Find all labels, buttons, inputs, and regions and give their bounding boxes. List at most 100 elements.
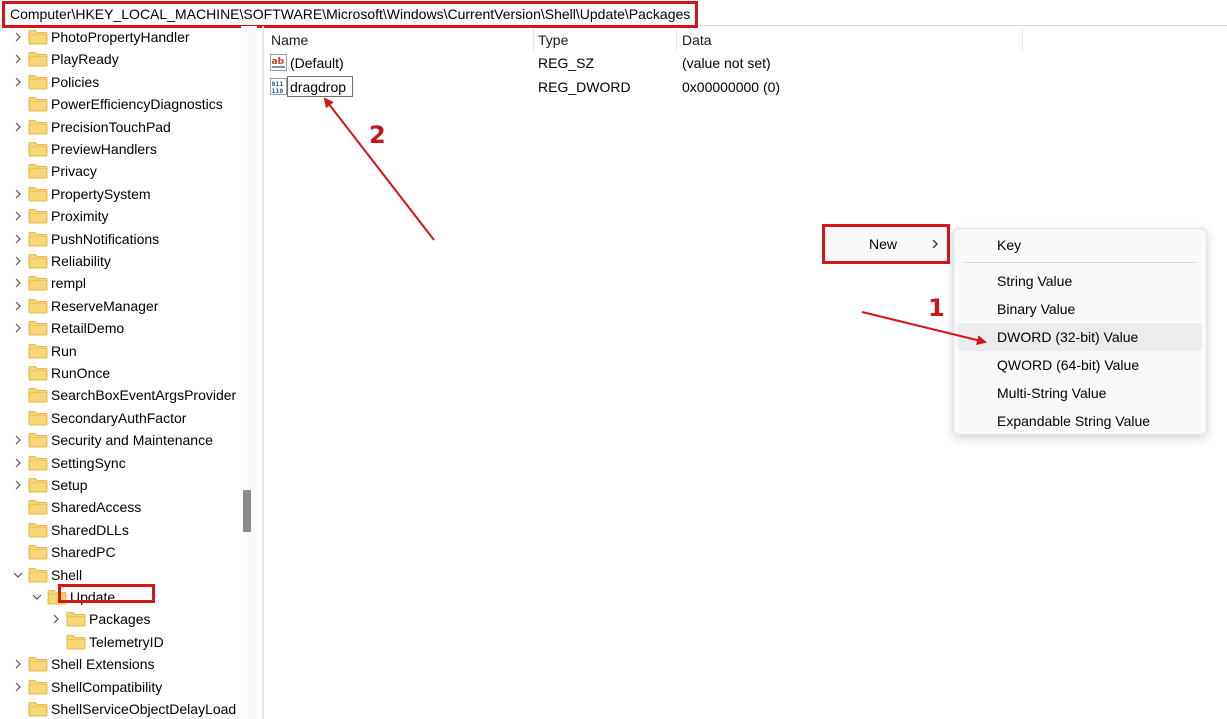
chevron-right-icon (931, 237, 939, 255)
folder-icon (28, 410, 48, 426)
tree-item-label: PushNotifications (51, 231, 160, 247)
value-type: REG_SZ (538, 55, 595, 71)
menu-item-dword-value[interactable]: DWORD (32-bit) Value (958, 323, 1202, 351)
tree-item-shell-extensions[interactable]: Shell Extensions (0, 653, 240, 675)
tree-item-sharedaccess[interactable]: SharedAccess (0, 496, 240, 518)
chevron-right-icon[interactable] (13, 32, 23, 42)
tree-item-setup[interactable]: Setup (0, 474, 240, 496)
chevron-right-icon[interactable] (13, 234, 23, 244)
tree-item-shareddlls[interactable]: SharedDLLs (0, 519, 240, 541)
tree-item-security-and-maintenance[interactable]: Security and Maintenance (0, 429, 240, 451)
chevron-right-icon[interactable] (13, 682, 23, 692)
folder-icon (66, 611, 86, 627)
menu-item-key[interactable]: Key (954, 231, 1206, 259)
tree-item-pushnotifications[interactable]: PushNotifications (0, 228, 240, 250)
chevron-right-icon[interactable] (13, 54, 23, 64)
tree-item-label: RetailDemo (51, 320, 125, 336)
chevron-right-icon[interactable] (13, 435, 23, 445)
folder-icon (28, 343, 48, 359)
tree-item-playready[interactable]: PlayReady (0, 48, 240, 70)
chevron-right-icon[interactable] (13, 301, 23, 311)
chevron-right-icon[interactable] (13, 278, 23, 288)
new-submenu[interactable]: Key String Value Binary Value DWORD (32-… (953, 228, 1207, 435)
tree-item-telemetryid[interactable]: TelemetryID (0, 631, 240, 653)
tree-item-powerefficiencydiagnostics[interactable]: PowerEfficiencyDiagnostics (0, 93, 240, 115)
column-header-type[interactable]: Type (538, 31, 568, 49)
address-path[interactable]: Computer\HKEY_LOCAL_MACHINE\SOFTWARE\Mic… (2, 1, 699, 28)
tree-item-label: Packages (89, 611, 151, 627)
tree-item-label: PlayReady (51, 51, 119, 67)
chevron-right-icon[interactable] (13, 256, 23, 266)
tree-item-photopropertyhandler[interactable]: PhotoPropertyHandler (0, 26, 240, 48)
column-header-name[interactable]: Name (271, 31, 308, 49)
chevron-down-icon[interactable] (32, 592, 42, 602)
tree-item-settingsync[interactable]: SettingSync (0, 452, 240, 474)
tree-item-searchboxeventargsprovider[interactable]: SearchBoxEventArgsProvider (0, 384, 240, 406)
tree-item-reservemanager[interactable]: ReserveManager (0, 295, 240, 317)
tree-item-privacy[interactable]: Privacy (0, 160, 240, 182)
tree-item-reliability[interactable]: Reliability (0, 250, 240, 272)
context-menu-new[interactable]: New (822, 224, 950, 264)
value-name[interactable]: dragdrop (290, 76, 346, 98)
tree-item-propertysystem[interactable]: PropertySystem (0, 183, 240, 205)
pane-splitter[interactable] (262, 26, 264, 719)
tree-item-label: RunOnce (51, 365, 111, 381)
menu-separator (964, 262, 1196, 263)
tree-item-label: ShellServiceObjectDelayLoad (51, 701, 237, 717)
annotation-number-1: 1 (928, 294, 945, 322)
column-divider[interactable] (1022, 29, 1023, 51)
chevron-right-icon[interactable] (13, 77, 23, 87)
tree-item-label: PowerEfficiencyDiagnostics (51, 96, 223, 112)
tree-item-proximity[interactable]: Proximity (0, 205, 240, 227)
menu-item-multi-string-value[interactable]: Multi-String Value (954, 379, 1206, 407)
column-header-data[interactable]: Data (682, 31, 712, 49)
chevron-down-icon[interactable] (13, 570, 23, 580)
tree-item-previewhandlers[interactable]: PreviewHandlers (0, 138, 240, 160)
column-divider[interactable] (533, 29, 534, 51)
chevron-right-icon[interactable] (13, 211, 23, 221)
tree-item-policies[interactable]: Policies (0, 71, 240, 93)
menu-item-binary-value[interactable]: Binary Value (954, 295, 1206, 323)
chevron-right-icon[interactable] (13, 122, 23, 132)
tree-item-packages[interactable]: Packages (0, 608, 240, 630)
chevron-right-icon[interactable] (13, 458, 23, 468)
tree-item-shellcompatibility[interactable]: ShellCompatibility (0, 676, 240, 698)
folder-icon (28, 275, 48, 291)
menu-item-string-value[interactable]: String Value (954, 267, 1206, 295)
tree-item-label: Setup (51, 477, 88, 493)
tree-item-label: PhotoPropertyHandler (51, 29, 190, 45)
tree-item-runonce[interactable]: RunOnce (0, 362, 240, 384)
svg-text:110: 110 (272, 87, 284, 95)
value-data: 0x00000000 (0) (682, 79, 781, 95)
chevron-right-icon[interactable] (51, 614, 61, 624)
tree-item-shellserviceobjectdelayload[interactable]: ShellServiceObjectDelayLoad (0, 698, 240, 719)
tree-scrollbar-thumb[interactable] (243, 490, 251, 532)
folder-icon (28, 455, 48, 471)
chevron-right-icon[interactable] (13, 323, 23, 333)
tree-item-run[interactable]: Run (0, 340, 240, 362)
chevron-right-icon[interactable] (13, 659, 23, 669)
menu-item-expandable-string-value[interactable]: Expandable String Value (954, 407, 1206, 435)
address-bar[interactable]: Computer\HKEY_LOCAL_MACHINE\SOFTWARE\Mic… (0, 0, 1227, 28)
menu-item-label: DWORD (32-bit) Value (997, 329, 1139, 345)
folder-icon (28, 477, 48, 493)
folder-icon (28, 679, 48, 695)
tree-item-secondaryauthfactor[interactable]: SecondaryAuthFactor (0, 407, 240, 429)
folder-icon (28, 141, 48, 157)
tree-item-sharedpc[interactable]: SharedPC (0, 541, 240, 563)
folder-icon (28, 522, 48, 538)
registry-tree[interactable]: PhotoPropertyHandler PlayReady Policies Pow… (0, 26, 240, 719)
tree-item-label: Security and Maintenance (51, 432, 213, 448)
menu-item-new-label: New (869, 236, 898, 252)
tree-item-precisiontouchpad[interactable]: PrecisionTouchPad (0, 116, 240, 138)
column-divider[interactable] (676, 29, 677, 51)
tree-item-shell[interactable]: Shell (0, 564, 240, 586)
tree-item-retaildemo[interactable]: RetailDemo (0, 317, 240, 339)
tree-item-rempl[interactable]: rempl (0, 272, 240, 294)
tree-scrollbar[interactable] (241, 26, 257, 719)
chevron-right-icon[interactable] (13, 480, 23, 490)
chevron-right-icon[interactable] (13, 189, 23, 199)
folder-icon (28, 387, 48, 403)
string-value-icon: ab (270, 54, 287, 76)
menu-item-qword-value[interactable]: QWORD (64-bit) Value (954, 351, 1206, 379)
